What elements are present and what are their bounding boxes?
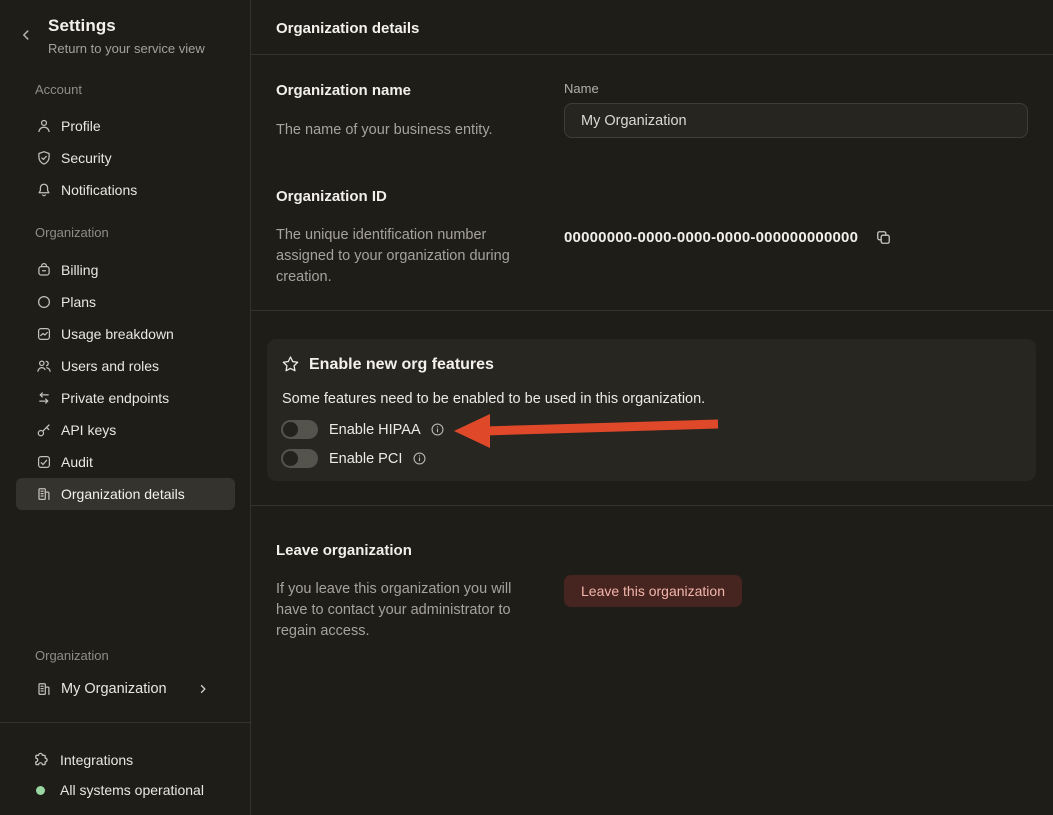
sidebar-item-api-keys[interactable]: API keys	[16, 414, 235, 446]
org-switcher-value: My Organization	[61, 681, 167, 697]
org-id-description: The unique identification number assigne…	[276, 225, 531, 288]
sidebar-item-users-and-roles[interactable]: Users and roles	[16, 350, 235, 382]
org-id-value-row: 00000000-0000-0000-0000-000000000000	[564, 228, 892, 246]
sidebar-item-notifications[interactable]: Notifications	[16, 174, 235, 206]
pci-toggle-row: Enable PCI	[281, 449, 427, 468]
sidebar: Settings Return to your service view Acc…	[0, 0, 251, 815]
sidebar-item-label: Plans	[61, 294, 96, 310]
status-dot-icon	[36, 786, 45, 795]
circle-icon	[35, 294, 52, 311]
building-icon	[35, 486, 52, 503]
sidebar-item-label: Audit	[61, 454, 93, 470]
sidebar-divider	[0, 722, 251, 723]
sidebar-item-usage-breakdown[interactable]: Usage breakdown	[16, 318, 235, 350]
features-description: Some features need to be enabled to be u…	[282, 391, 705, 407]
divider	[251, 505, 1053, 506]
wallet-icon	[35, 262, 52, 279]
org-name-heading: Organization name	[276, 82, 411, 99]
sidebar-item-label: Billing	[61, 262, 98, 278]
org-id-value: 00000000-0000-0000-0000-000000000000	[564, 229, 858, 246]
pci-toggle-label: Enable PCI	[329, 451, 402, 467]
system-status-link[interactable]: All systems operational	[16, 774, 235, 806]
audit-icon	[35, 454, 52, 471]
sidebar-item-label: Organization details	[61, 486, 185, 502]
sidebar-item-plans[interactable]: Plans	[16, 286, 235, 318]
sidebar-item-profile[interactable]: Profile	[16, 110, 235, 142]
divider	[251, 54, 1053, 55]
back-button[interactable]	[16, 25, 36, 45]
star-icon	[281, 355, 300, 374]
sidebar-item-private-endpoints[interactable]: Private endpoints	[16, 382, 235, 414]
chevron-right-icon	[197, 683, 209, 695]
settings-title: Settings	[48, 16, 116, 36]
settings-subtitle: Return to your service view	[48, 41, 205, 56]
info-icon	[430, 422, 445, 437]
leave-org-description: If you leave this organization you will …	[276, 579, 541, 642]
chevron-left-icon	[19, 28, 33, 42]
hipaa-info-button[interactable]	[430, 422, 446, 438]
shield-check-icon	[35, 150, 52, 167]
sidebar-item-label: Users and roles	[61, 358, 159, 374]
sidebar-item-security[interactable]: Security	[16, 142, 235, 174]
name-field-label: Name	[564, 81, 599, 96]
account-section-label: Account	[35, 82, 82, 97]
settings-page: Settings Return to your service view Acc…	[0, 0, 1053, 815]
features-card: Enable new org features Some features ne…	[267, 339, 1036, 481]
swap-arrows-icon	[35, 390, 52, 407]
leave-org-heading: Leave organization	[276, 542, 412, 559]
sidebar-item-label: Security	[61, 150, 112, 166]
integrations-label: Integrations	[60, 752, 133, 768]
page-header-title: Organization details	[276, 20, 419, 37]
status-label: All systems operational	[60, 782, 204, 798]
sidebar-item-billing[interactable]: Billing	[16, 254, 235, 286]
org-switcher[interactable]: My Organization	[16, 672, 235, 706]
info-icon	[412, 451, 427, 466]
features-card-header: Enable new org features	[281, 355, 494, 374]
pci-toggle[interactable]	[281, 449, 318, 468]
divider	[251, 310, 1053, 311]
puzzle-icon	[31, 751, 50, 770]
sidebar-item-organization-details[interactable]: Organization details	[16, 478, 235, 510]
org-switcher-label: Organization	[35, 648, 109, 663]
org-name-description: The name of your business entity.	[276, 120, 493, 141]
sidebar-item-label: Notifications	[61, 182, 137, 198]
sidebar-item-label: Usage breakdown	[61, 326, 174, 342]
hipaa-toggle-label: Enable HIPAA	[329, 422, 421, 438]
sidebar-item-label: Private endpoints	[61, 390, 169, 406]
sidebar-item-label: Profile	[61, 118, 101, 134]
toggle-knob	[283, 422, 298, 437]
features-heading: Enable new org features	[309, 356, 494, 374]
main-content: Organization details Organization name T…	[251, 0, 1053, 815]
user-icon	[35, 118, 52, 135]
copy-icon	[875, 229, 892, 246]
hipaa-toggle-row: Enable HIPAA	[281, 420, 446, 439]
pci-info-button[interactable]	[411, 451, 427, 467]
copy-button[interactable]	[874, 228, 892, 246]
organization-section-label: Organization	[35, 225, 109, 240]
users-icon	[35, 358, 52, 375]
sidebar-item-audit[interactable]: Audit	[16, 446, 235, 478]
key-icon	[35, 422, 52, 439]
org-name-input[interactable]	[564, 103, 1028, 138]
bell-icon	[35, 182, 52, 199]
org-id-heading: Organization ID	[276, 188, 387, 205]
sidebar-item-label: API keys	[61, 422, 116, 438]
toggle-knob	[283, 451, 298, 466]
hipaa-toggle[interactable]	[281, 420, 318, 439]
building-icon	[35, 681, 52, 698]
integrations-link[interactable]: Integrations	[16, 744, 235, 776]
chart-icon	[35, 326, 52, 343]
leave-organization-button[interactable]: Leave this organization	[564, 575, 742, 607]
